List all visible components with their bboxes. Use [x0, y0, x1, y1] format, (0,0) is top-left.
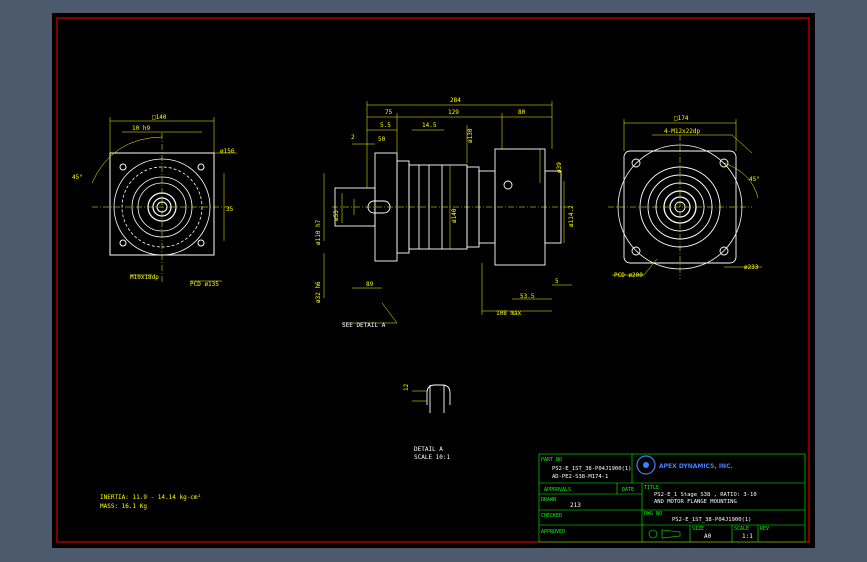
- dim-dia55: ø55: [333, 210, 340, 221]
- dim-129: 129: [448, 109, 459, 116]
- title-line-1: PS2-E_1 Stage S38 , RATIO: 3-10: [654, 492, 757, 498]
- dim-dia114: ø114.2: [568, 205, 575, 227]
- dim-dia140: ø140: [451, 208, 458, 223]
- dim-side-h9: 10 h9: [132, 125, 150, 132]
- dim-side-45: 45°: [72, 174, 83, 181]
- date-label: DATE: [622, 487, 634, 493]
- dim-108: 108 max: [496, 310, 522, 317]
- drawing-sheet: □140 10 h9 ø156 45° 35 M10x18dp PCD ø135: [52, 13, 815, 548]
- dim-side-35: 35: [226, 206, 234, 213]
- dim-2: 2: [351, 134, 355, 141]
- rev-label: REV: [760, 526, 769, 532]
- note-mass: MASS: 16.1 Kg: [100, 503, 147, 510]
- dim-dia39: ø39: [556, 162, 563, 173]
- center-dimension-lines: [323, 101, 572, 324]
- part-no-2: AD-PE2-S38-M174-1: [552, 474, 608, 480]
- company-name: APEX DYNAMICS, INC.: [659, 463, 733, 470]
- right-dimension-lines: [612, 119, 762, 276]
- company-logo: [636, 455, 656, 475]
- dim-75: 75: [385, 109, 393, 116]
- part-no-1: PS2-E_1ST_38-P04J1900(1): [552, 466, 631, 472]
- note-inertia: INERTIA: 11.9 - 14.14 kg-cm²: [100, 494, 201, 501]
- center-front-view: [332, 148, 572, 266]
- dim-right-pcd: PCD ø200: [614, 272, 643, 279]
- drawn-value: 213: [570, 502, 581, 509]
- scale-label: SCALE: [734, 526, 749, 532]
- dim-overall: 284: [450, 97, 461, 104]
- dim-side-pcd: PCD ø135: [190, 281, 219, 288]
- detail-a-view: [412, 384, 451, 413]
- cad-drawing: □140 10 h9 ø156 45° 35 M10x18dp PCD ø135: [56, 17, 810, 543]
- dim-5: 5: [555, 278, 559, 285]
- dim-right-45: 45°: [749, 176, 760, 183]
- size-label: SIZE: [692, 526, 704, 532]
- detail-a-scale: SCALE 10:1: [414, 454, 451, 461]
- dim-14-5: 14.5: [422, 122, 437, 129]
- dim-5-5: 5.5: [380, 122, 391, 129]
- dwg-label: DWG NO: [644, 511, 662, 517]
- left-bolt-hole: [119, 163, 127, 171]
- dwg-value: PS2-E_1ST_38-P04J1900(1): [672, 517, 751, 523]
- dim-dia32h6: ø32 h6: [315, 281, 322, 303]
- scale-value: 1:1: [742, 533, 753, 540]
- dim-50: 50: [378, 136, 386, 143]
- dim-right-dia: ø233: [744, 264, 759, 271]
- dim-right-holes: 4-M12x22dp: [664, 128, 701, 135]
- dim-53-5: 53.5: [520, 293, 535, 300]
- checked-label: CHECKED: [541, 513, 562, 519]
- dim-89: 89: [366, 281, 374, 288]
- dim-80: 80: [518, 109, 526, 116]
- right-end-view: [608, 135, 752, 279]
- title-line-2: AND MOTOR FLANGE MOUNTING: [654, 499, 737, 505]
- detail-a-title: DETAIL A: [414, 446, 443, 453]
- size-value: A0: [704, 533, 712, 540]
- title-label: TITLE: [644, 485, 659, 491]
- drawn-label: DRAWN: [541, 497, 556, 503]
- dim-detail-12: 12: [403, 383, 410, 391]
- left-side-view: [91, 117, 237, 283]
- approvals-label: APPROVALS: [544, 487, 571, 493]
- dim-side-square: □140: [152, 114, 167, 121]
- dim-side-holes: M10x18dp: [130, 274, 159, 281]
- part-no-label: PART NO: [541, 457, 562, 463]
- dim-side-dia156: ø156: [220, 148, 235, 155]
- dim-dia130: ø130: [467, 128, 474, 143]
- dim-dia110h7: ø110 h7: [315, 219, 322, 245]
- approved-label: APPROVED: [541, 529, 565, 535]
- dim-right-square: □174: [674, 115, 689, 122]
- see-detail-label: SEE DETAIL A: [342, 322, 386, 329]
